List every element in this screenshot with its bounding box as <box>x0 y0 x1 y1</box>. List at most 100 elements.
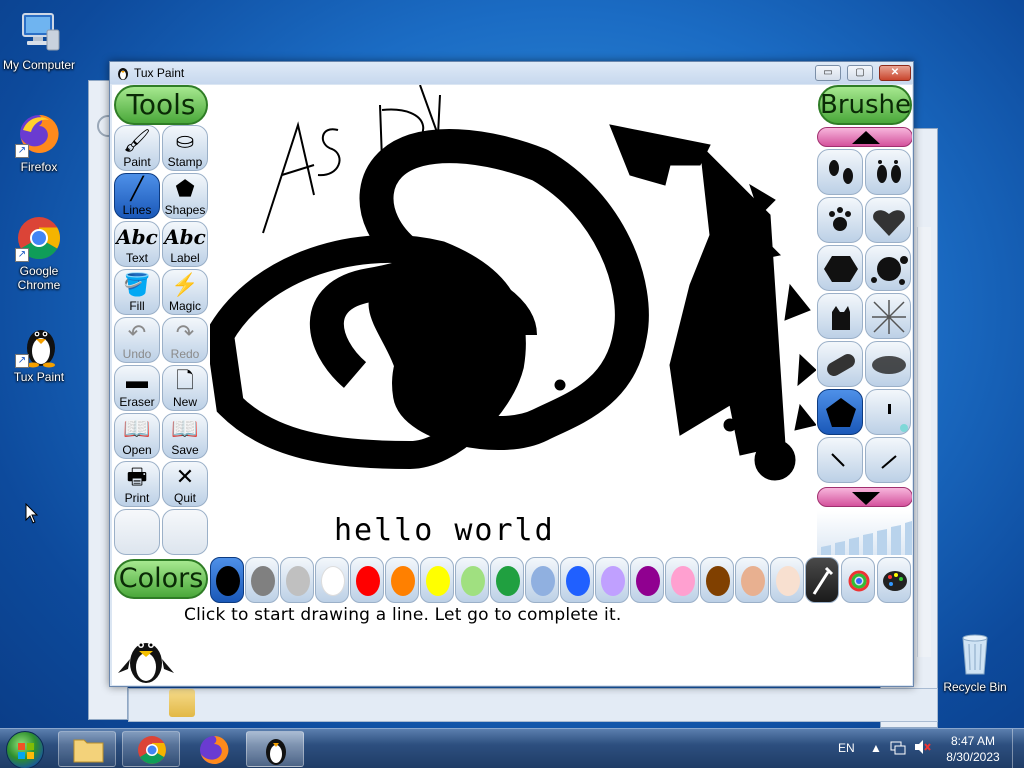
desktop-icon-tux-paint[interactable]: ↗ Tux Paint <box>1 320 77 384</box>
slanted-brush-icon <box>827 354 855 376</box>
brush-sparkle-button[interactable] <box>865 389 911 435</box>
paint-brush-icon: 🖌 <box>123 128 151 153</box>
tool-magic-button[interactable]: ⚡ Magic <box>162 269 208 315</box>
desktop-icon-firefox[interactable]: ↗ Firefox <box>1 110 77 174</box>
clock[interactable]: 8:47 AM 8/30/2023 <box>942 733 1004 768</box>
paw-prints-icon <box>829 207 851 231</box>
color-swatch-beige[interactable] <box>770 557 804 603</box>
show-desktop-button[interactable] <box>1012 729 1024 768</box>
color-dot <box>461 566 485 596</box>
color-swatch-black[interactable] <box>210 557 244 603</box>
start-button[interactable] <box>6 731 44 768</box>
rainbow-color-button[interactable] <box>841 557 875 603</box>
color-swatch-purple[interactable] <box>630 557 664 603</box>
tool-print-button[interactable]: 🖶 Print <box>114 461 160 507</box>
color-dot <box>216 566 240 596</box>
taskbar-tux-paint-button[interactable] <box>246 731 304 767</box>
tool-label: Open <box>122 443 152 457</box>
color-swatch-sky-blue[interactable] <box>525 557 559 603</box>
brush-cat-button[interactable] <box>817 293 863 339</box>
taskbar-firefox-button[interactable] <box>184 731 242 767</box>
brush-paw-prints-button[interactable] <box>817 197 863 243</box>
color-swatch-tan[interactable] <box>735 557 769 603</box>
footprints-icon <box>829 160 853 184</box>
taskbar-explorer-button[interactable] <box>58 731 116 767</box>
brush-footprints-button[interactable] <box>817 149 863 195</box>
tool-save-button[interactable]: 📖 Save <box>162 413 208 459</box>
brush-diagonal-line-button[interactable] <box>865 437 911 483</box>
color-swatch-orange[interactable] <box>385 557 419 603</box>
tool-lines-button[interactable]: ╱ Lines <box>114 173 160 219</box>
brush-slanted-brush-button[interactable] <box>817 341 863 387</box>
canvas-text: hello world <box>334 513 555 548</box>
tool-quit-button[interactable]: ✕ Quit <box>162 461 208 507</box>
brush-splat-button[interactable] <box>865 245 911 291</box>
brushes-scroll-up-button[interactable] <box>817 127 912 147</box>
close-button[interactable]: ✕ <box>879 65 911 81</box>
minimize-button[interactable]: ▭ <box>815 65 841 81</box>
tux-paint-window[interactable]: Tux Paint ▭ ▢ ✕ Tools hello world Brushe… <box>109 61 914 687</box>
color-swatch-blue[interactable] <box>560 557 594 603</box>
tool-redo-button[interactable]: ↷ Redo <box>162 317 208 363</box>
brush-pentagon-button[interactable] <box>817 389 863 435</box>
color-swatch-green[interactable] <box>490 557 524 603</box>
brush-net-button[interactable] <box>865 293 911 339</box>
color-swatch-yellow[interactable] <box>420 557 454 603</box>
language-indicator[interactable]: EN <box>838 741 855 768</box>
color-dot <box>531 566 555 596</box>
color-swatch-light-green[interactable] <box>455 557 489 603</box>
tool-text-button[interactable]: Abc Text <box>114 221 160 267</box>
color-swatch-pink[interactable] <box>665 557 699 603</box>
color-picker-button[interactable] <box>805 557 839 603</box>
desktop-icon-my-computer[interactable]: My Computer <box>1 8 77 72</box>
recycle-bin-icon <box>951 630 999 678</box>
brushes-scroll-down-button[interactable] <box>817 487 912 507</box>
redo-icon: ↷ <box>175 320 195 345</box>
color-swatch-brown[interactable] <box>700 557 734 603</box>
tool-label-button[interactable]: Abc Label <box>162 221 208 267</box>
window-titlebar[interactable]: Tux Paint ▭ ▢ ✕ <box>110 62 913 84</box>
color-dot <box>706 566 730 596</box>
save-book-icon: 📖 <box>171 416 199 441</box>
clock-time: 8:47 AM <box>950 734 996 748</box>
show-hidden-icons-button[interactable]: ▲ <box>870 741 882 768</box>
color-swatch-light-gray[interactable] <box>280 557 314 603</box>
color-dot <box>776 566 800 596</box>
desktop-icon-recycle-bin[interactable]: Recycle Bin <box>937 630 1013 694</box>
new-page-icon: 🗋 <box>176 368 194 393</box>
color-swatch-red[interactable] <box>350 557 384 603</box>
tool-label: Shapes <box>164 203 206 217</box>
background-window-scrollbar[interactable] <box>917 227 931 657</box>
tool-label: Save <box>171 443 199 457</box>
tool-fill-button[interactable]: 🪣 Fill <box>114 269 160 315</box>
brushes-header: Brushes <box>818 85 912 125</box>
tool-shapes-button[interactable]: ⬟ Shapes <box>162 173 208 219</box>
taskbar-chrome-button[interactable] <box>122 731 180 767</box>
diagonal-line-icon <box>881 455 897 469</box>
color-swatch-lavender[interactable] <box>595 557 629 603</box>
tool-paint-button[interactable]: 🖌 Paint <box>114 125 160 171</box>
desktop-icon-google-chrome[interactable]: ↗ Google Chrome <box>1 214 77 292</box>
tool-open-button[interactable]: 📖 Open <box>114 413 160 459</box>
network-icon[interactable] <box>890 739 906 768</box>
maximize-button[interactable]: ▢ <box>847 65 873 81</box>
volume-muted-icon[interactable] <box>914 739 932 768</box>
brush-bare-feet-button[interactable] <box>865 149 911 195</box>
folder-icon <box>169 689 195 717</box>
brush-heart-button[interactable] <box>865 197 911 243</box>
colors-header: Colors <box>114 559 208 599</box>
drawing-canvas[interactable]: hello world <box>205 85 817 555</box>
brush-hexagon-button[interactable] <box>817 245 863 291</box>
pentagon-icon <box>826 398 856 427</box>
tool-new-button[interactable]: 🗋 New <box>162 365 208 411</box>
color-swatch-dark-gray[interactable] <box>245 557 279 603</box>
brush-short-line-button[interactable] <box>817 437 863 483</box>
color-swatch-white[interactable] <box>315 557 349 603</box>
palette-button[interactable] <box>877 557 911 603</box>
tool-stamp-button[interactable]: ⛀ Stamp <box>162 125 208 171</box>
tool-eraser-button[interactable]: ▬ Eraser <box>114 365 160 411</box>
brush-blur-ellipse-button[interactable] <box>865 341 911 387</box>
mouse-pointer-icon <box>25 503 39 524</box>
tool-undo-button[interactable]: ↶ Undo <box>114 317 160 363</box>
splat-icon <box>871 256 908 285</box>
